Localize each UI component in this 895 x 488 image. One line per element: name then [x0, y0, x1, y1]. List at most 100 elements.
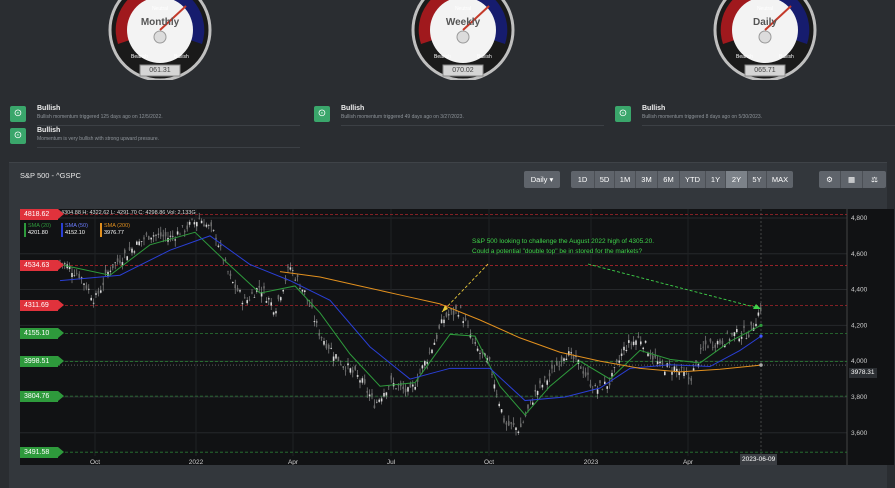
candle-body: [647, 353, 649, 357]
candle-body: [584, 372, 587, 376]
candle-body: [138, 241, 140, 246]
candle-body: [673, 366, 676, 371]
candle-body: [184, 230, 186, 233]
sma-legend-item: SMA (200) 3976.77: [100, 223, 130, 237]
sma50-line: [59, 235, 762, 402]
candle-body: [510, 422, 512, 424]
candle-body: [748, 334, 750, 338]
candle-body: [359, 380, 361, 383]
candle-body: [539, 380, 541, 384]
candle-body: [344, 370, 347, 372]
annotation-arrow-right: [587, 263, 759, 309]
candle-body: [632, 341, 635, 345]
candle-body: [217, 245, 220, 247]
candle-body: [85, 285, 88, 289]
gauge-icon: ⊙: [615, 106, 631, 122]
range-button-5y[interactable]: 5Y: [748, 171, 767, 188]
signal-desc: Momentum is very bullish with strong upw…: [37, 136, 159, 142]
range-button-1d[interactable]: 1D: [571, 171, 595, 188]
arrowhead-left-icon: [442, 305, 448, 312]
candle-body: [467, 325, 469, 327]
candle-body: [371, 393, 373, 396]
candle-body: [419, 372, 421, 374]
candle-body: [443, 319, 445, 324]
candle-body: [90, 297, 92, 301]
gauge-title: Weekly: [445, 17, 481, 28]
candle-body: [124, 249, 126, 254]
gauge-value: 065.71: [754, 67, 776, 74]
candle-body: [572, 355, 575, 360]
gauge-bearish-label: Bearish: [434, 54, 451, 60]
candle-body: [136, 241, 138, 245]
candle-body: [208, 225, 210, 226]
candle-body: [565, 358, 568, 361]
candle-body: [517, 431, 520, 433]
candle-body: [611, 372, 613, 377]
candle-body: [114, 262, 116, 264]
range-button-5d[interactable]: 5D: [595, 171, 615, 188]
range-button-ytd[interactable]: YTD: [680, 171, 706, 188]
candle-body: [719, 339, 721, 344]
settings-icon[interactable]: ⚙: [819, 171, 841, 188]
scale-icon[interactable]: ⚖: [863, 171, 886, 188]
candle-body: [409, 383, 412, 388]
candle-body: [755, 323, 757, 327]
range-button-max[interactable]: MAX: [767, 171, 793, 188]
level-tag: 4155.10: [20, 327, 64, 339]
candle-body: [402, 386, 404, 389]
range-button-2y[interactable]: 2Y: [726, 171, 748, 188]
candle-body: [560, 356, 563, 361]
candle-body: [193, 222, 196, 225]
gauge-bearish-label: Bearish: [736, 54, 753, 60]
candle-body: [268, 298, 270, 300]
range-button-1y[interactable]: 1Y: [706, 171, 726, 188]
range-button-3m[interactable]: 3M: [636, 171, 658, 188]
candle-body: [200, 220, 203, 224]
candle-body: [229, 273, 232, 276]
sma-legend-item: SMA (20) 4201.80: [24, 223, 51, 237]
candle-body: [280, 297, 282, 301]
candle-body: [424, 361, 426, 366]
candle-body: [455, 305, 457, 310]
candle-body: [157, 233, 160, 235]
candle-body: [496, 393, 498, 395]
candle-body: [97, 290, 100, 294]
candle-body: [188, 221, 191, 225]
candle-body: [112, 263, 114, 269]
candle-body: [277, 295, 280, 300]
candle-body: [505, 422, 508, 425]
candle-body: [325, 343, 328, 349]
candle-body: [116, 258, 119, 262]
candle-body: [121, 262, 124, 266]
gauge-daily: Neutral Daily Bearish Bullish 065.71: [705, 0, 825, 82]
price-chart[interactable]: 4,800 4,600 4,400 4,200 4,000 3,800 3,600 Oct 20…: [20, 209, 894, 465]
candle-body: [448, 314, 450, 316]
candle-body: [508, 421, 510, 426]
candle-body: [623, 346, 625, 351]
candle-body: [104, 269, 107, 273]
chart-annotation: S&P 500 looking to challenge the August …: [472, 237, 712, 256]
candle-body: [618, 360, 620, 363]
candle-body: [738, 338, 740, 342]
ohlc-volume: Vol: 2.133G: [166, 210, 196, 216]
candle-body: [289, 267, 292, 270]
candle-body: [503, 418, 505, 423]
signal-monthly: ⊙ Bullish Bullish momentum triggered 125…: [10, 104, 300, 126]
annotation-line-1: S&P 500 looking to challenge the August …: [472, 238, 655, 245]
gauge-neutral-label: Neutral: [756, 6, 774, 12]
candle-body: [488, 357, 491, 360]
calculator-icon[interactable]: ▦: [841, 171, 863, 188]
candle-body: [642, 347, 644, 350]
range-button-1m[interactable]: 1M: [615, 171, 636, 188]
candle-body: [373, 405, 376, 409]
candle-body: [460, 306, 462, 308]
candle-body: [210, 222, 212, 227]
candle-body: [270, 302, 272, 306]
candle-body: [342, 366, 344, 368]
candle-body: [661, 362, 664, 365]
range-button-6m[interactable]: 6M: [658, 171, 680, 188]
candle-body: [414, 387, 416, 390]
interval-dropdown[interactable]: Daily ▾: [524, 171, 560, 188]
candle-body: [258, 286, 260, 288]
candle-body: [616, 359, 618, 363]
